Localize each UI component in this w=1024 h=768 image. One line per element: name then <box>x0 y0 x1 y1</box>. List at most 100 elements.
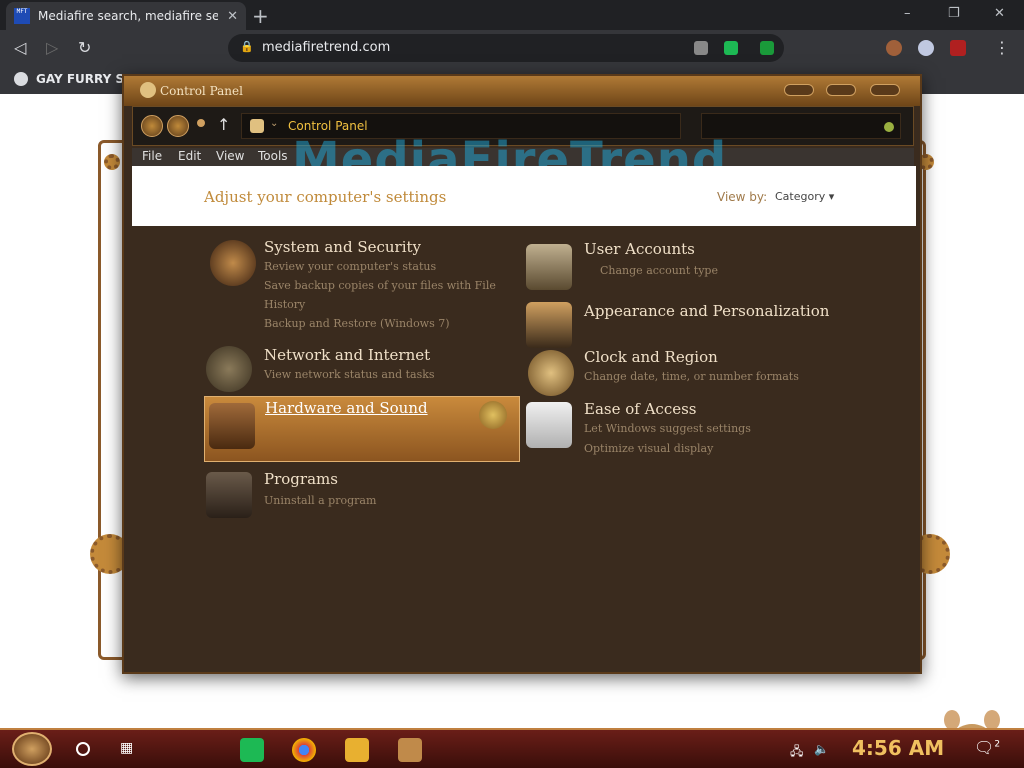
page-title: Adjust your computer's settings <box>204 188 447 206</box>
cp-header: Adjust your computer's settings View by:… <box>132 166 916 226</box>
reload-button[interactable]: ↻ <box>78 38 91 57</box>
shield-icon[interactable] <box>760 41 774 55</box>
category-system-security[interactable]: System and Security Review your computer… <box>202 236 502 336</box>
breadcrumb[interactable]: Control Panel <box>288 119 368 133</box>
task-view-icon[interactable]: ▦ <box>120 740 133 756</box>
start-button[interactable] <box>12 732 52 766</box>
notification-count: 2 <box>994 739 1001 750</box>
extension-flag-icon[interactable] <box>918 40 934 56</box>
menu-tools[interactable]: Tools <box>258 149 288 163</box>
category-link[interactable]: Change date, time, or number formats <box>584 370 799 383</box>
bookmark-item[interactable]: GAY FURRY SE <box>14 72 132 86</box>
browser-tabstrip: MFT Mediafire search, mediafire sea ✕ + … <box>0 0 1024 30</box>
lock-icon: 🔒 <box>240 40 254 53</box>
taskbar-control-panel-icon[interactable] <box>398 738 422 762</box>
globe-icon <box>206 346 252 392</box>
cp-forward-button[interactable] <box>167 115 189 137</box>
address-bar[interactable]: 🔒 mediafiretrend.com <box>228 34 784 62</box>
browser-toolbar: ◁ ▷ ↻ 🔒 mediafiretrend.com ⋮ <box>0 30 1024 66</box>
bookmark-label: GAY FURRY SE <box>36 72 133 86</box>
category-network-internet[interactable]: Network and Internet View network status… <box>202 344 502 392</box>
window-minimize-button[interactable]: – <box>904 6 911 21</box>
control-panel-window: Control Panel ↑ ⌄ Control Panel ⌄ ↻ File… <box>122 74 922 674</box>
category-link[interactable]: Backup and Restore (Windows 7) <box>264 317 450 330</box>
programs-machine-icon <box>206 472 252 518</box>
search-icon[interactable] <box>76 742 90 756</box>
category-hardware-sound[interactable]: Hardware and Sound <box>204 396 520 462</box>
view-by-label: View by: <box>717 190 768 204</box>
tab-title: Mediafire search, mediafire sea <box>38 9 218 23</box>
category-title[interactable]: User Accounts <box>584 240 695 258</box>
view-by-dropdown[interactable]: Category ▾ <box>775 190 834 203</box>
cp-titlebar[interactable]: Control Panel <box>124 76 920 106</box>
browser-menu-icon[interactable]: ⋮ <box>994 38 1010 57</box>
cp-minimize-button[interactable] <box>784 84 814 96</box>
chrome-icon[interactable] <box>292 738 316 762</box>
cp-maximize-button[interactable] <box>826 84 856 96</box>
ublock-icon[interactable] <box>950 40 966 56</box>
cp-back-button[interactable] <box>141 115 163 137</box>
users-icon <box>526 244 572 290</box>
clock-icon <box>528 350 574 396</box>
speaker-muted-icon[interactable]: 🔈 <box>814 742 829 756</box>
taskbar-app-notes-icon[interactable] <box>240 738 264 762</box>
category-link[interactable]: View network status and tasks <box>264 368 435 381</box>
notifications-glyph: 🗨 <box>974 738 995 757</box>
file-explorer-icon[interactable] <box>345 738 369 762</box>
category-link[interactable]: Change account type <box>600 264 718 277</box>
control-panel-icon <box>140 82 156 98</box>
first-aid-kit-icon <box>526 402 572 448</box>
notifications-icon[interactable]: 🗨2 <box>974 738 1000 757</box>
category-link[interactable]: Optimize visual display <box>584 442 713 455</box>
category-title[interactable]: Network and Internet <box>264 346 430 364</box>
window-maximize-button[interactable]: ❐ <box>948 6 960 21</box>
category-title[interactable]: Appearance and Personalization <box>584 302 829 320</box>
gear-cursor-icon <box>479 401 507 429</box>
cp-window-title: Control Panel <box>160 84 243 98</box>
category-title[interactable]: Clock and Region <box>584 348 718 366</box>
cp-recent-icon[interactable] <box>197 119 205 127</box>
gear-icon <box>104 154 120 170</box>
breadcrumb-arrow-icon[interactable]: ⌄ <box>270 118 278 129</box>
cp-search-input[interactable] <box>701 113 901 139</box>
forward-button[interactable]: ▷ <box>46 38 58 57</box>
window-close-button[interactable]: ✕ <box>994 6 1005 21</box>
extension-green-icon[interactable] <box>724 41 738 55</box>
cp-up-button[interactable]: ↑ <box>217 115 230 134</box>
category-title[interactable]: Hardware and Sound <box>265 399 428 417</box>
category-clock-region[interactable]: Clock and Region Change date, time, or n… <box>522 346 862 396</box>
network-icon[interactable]: 🖧 <box>790 742 803 763</box>
category-programs[interactable]: Programs Uninstall a program <box>202 468 502 518</box>
cp-categories: System and Security Review your computer… <box>132 226 916 672</box>
category-title[interactable]: Programs <box>264 470 338 488</box>
category-link[interactable]: Uninstall a program <box>264 494 376 507</box>
menu-file[interactable]: File <box>142 149 162 163</box>
category-link[interactable]: Let Windows suggest settings <box>584 422 751 435</box>
category-link[interactable]: Review your computer's status <box>264 260 436 273</box>
category-title[interactable]: System and Security <box>264 238 421 256</box>
extension-avatar-icon[interactable] <box>886 40 902 56</box>
monitor-fan-icon <box>526 302 572 348</box>
category-ease-of-access[interactable]: Ease of Access Let Windows suggest setti… <box>522 398 862 464</box>
taskbar: ▦ 🖧 🔈 4:56 AM 🗨2 <box>0 728 1024 768</box>
blocked-icon[interactable] <box>694 41 708 55</box>
category-user-accounts[interactable]: User Accounts Change account type <box>522 238 862 290</box>
url-text: mediafiretrend.com <box>262 40 391 55</box>
cp-close-button[interactable] <box>870 84 900 96</box>
back-button[interactable]: ◁ <box>14 38 26 57</box>
control-panel-small-icon <box>250 119 264 133</box>
browser-tab[interactable]: MFT Mediafire search, mediafire sea ✕ <box>6 2 246 30</box>
category-link[interactable]: History <box>264 298 305 311</box>
phonograph-icon <box>209 403 255 449</box>
new-tab-button[interactable]: + <box>252 4 269 28</box>
category-title[interactable]: Ease of Access <box>584 400 697 418</box>
shield-gear-icon <box>210 240 256 286</box>
taskbar-clock[interactable]: 4:56 AM <box>852 736 944 760</box>
globe-icon <box>14 72 28 86</box>
tab-close-icon[interactable]: ✕ <box>227 9 238 24</box>
site-favicon-icon: MFT <box>14 8 30 24</box>
menu-view[interactable]: View <box>216 149 244 163</box>
category-link[interactable]: Save backup copies of your files with Fi… <box>264 279 496 292</box>
category-appearance[interactable]: Appearance and Personalization <box>522 298 882 348</box>
menu-edit[interactable]: Edit <box>178 149 201 163</box>
